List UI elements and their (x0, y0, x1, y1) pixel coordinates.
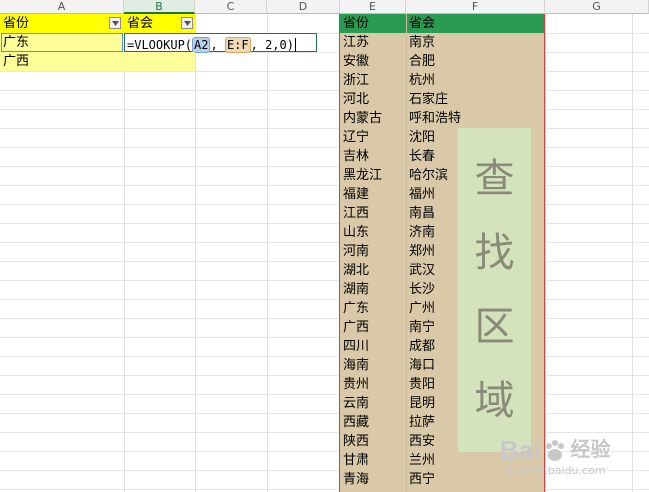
label-char: 查 (474, 156, 515, 202)
lookup-province-cell[interactable]: 四川 (340, 337, 406, 356)
lookup-province-cell[interactable]: 湖南 (340, 280, 406, 299)
lookup-province-cell[interactable]: 湖北 (340, 261, 406, 280)
gridline (0, 413, 649, 414)
gridline (0, 337, 649, 338)
lookup-province-cell[interactable]: 青海 (340, 470, 406, 489)
cell-b2-editing[interactable]: =VLOOKUP(A2, E:F, 2,0) (124, 33, 317, 53)
gridline (0, 90, 649, 91)
cell-a3[interactable]: 广西 (0, 52, 124, 71)
col-header-b[interactable]: B (124, 0, 195, 14)
lookup-province-cell[interactable]: 福建 (340, 185, 406, 204)
lookup-capital-cell[interactable]: 西宁 (406, 470, 486, 489)
watermark-url: jingyan.baidu.com (504, 464, 606, 477)
col-header-a[interactable]: A (0, 0, 124, 14)
formula-ref-ef: E:F (224, 37, 251, 53)
filter-button-b[interactable] (181, 17, 193, 29)
gridline (545, 14, 546, 492)
col-header-e[interactable]: E (340, 0, 406, 14)
lookup-capital-cell[interactable]: 兰州 (406, 451, 486, 470)
paw-icon (546, 440, 565, 461)
lookup-province-cell[interactable]: 吉林 (340, 147, 406, 166)
cell-a2[interactable]: 广东 (0, 33, 124, 52)
gridline (0, 261, 649, 262)
filter-arrow-icon (183, 20, 191, 26)
lookup-province-cell[interactable]: 广西 (340, 318, 406, 337)
gridline (0, 432, 649, 433)
gridline (267, 14, 268, 492)
lookup-province-cell[interactable]: 山东 (340, 223, 406, 242)
gridline (195, 14, 196, 492)
lookup-capital-cell[interactable]: 呼和浩特 (406, 109, 486, 128)
cell-f1[interactable]: 省会 (406, 14, 486, 33)
gridline (0, 280, 649, 281)
col-header-g[interactable]: G (545, 0, 649, 14)
filter-button-a[interactable] (109, 17, 121, 29)
lookup-province-cell[interactable]: 河北 (340, 90, 406, 109)
lookup-province-cell[interactable]: 云南 (340, 394, 406, 413)
gridline (0, 71, 649, 72)
lookup-province-cell[interactable]: 浙江 (340, 71, 406, 90)
gridline (0, 299, 649, 300)
gridline (0, 356, 649, 357)
label-char: 区 (474, 304, 515, 350)
lookup-capital-cell[interactable]: 南京 (406, 33, 486, 52)
lookup-province-cell[interactable]: 江苏 (340, 33, 406, 52)
lookup-province-cell[interactable]: 西藏 (340, 413, 406, 432)
lookup-area-label: 查 找 区 域 (458, 128, 531, 452)
lookup-province-cell[interactable]: 广东 (340, 299, 406, 318)
gridline (0, 489, 649, 490)
lookup-capital-cell[interactable]: 合肥 (406, 52, 486, 71)
lookup-province-cell[interactable]: 辽宁 (340, 128, 406, 147)
gridline (0, 204, 649, 205)
lookup-province-cell[interactable]: 江西 (340, 204, 406, 223)
lookup-province-cell[interactable]: 河南 (340, 242, 406, 261)
formula-separator: , (210, 38, 225, 52)
gridline (0, 147, 649, 148)
formula-tail: , 2,0) (250, 38, 294, 52)
lookup-province-cell[interactable]: 陕西 (340, 432, 406, 451)
gridline (0, 166, 649, 167)
gridline (0, 318, 649, 319)
filter-arrow-icon (111, 20, 119, 26)
gridline (0, 109, 649, 110)
watermark-brand: Bai (500, 435, 541, 465)
lookup-province-cell[interactable]: 贵州 (340, 375, 406, 394)
gridline (0, 375, 649, 376)
formula-text: =VLOOKUP(A2, E:F, 2,0) (127, 37, 294, 53)
col-header-d[interactable]: D (267, 0, 340, 14)
col-header-c[interactable]: C (195, 0, 267, 14)
text-cursor (294, 37, 296, 52)
baidu-watermark: Bai 经验 jingyan.baidu.com (500, 436, 645, 488)
lookup-province-cell[interactable]: 内蒙古 (340, 109, 406, 128)
gridline (0, 128, 649, 129)
gridline (0, 394, 649, 395)
cell-a1[interactable]: 省份 (0, 14, 110, 33)
formula-ref-a2: A2 (192, 37, 211, 53)
label-char: 域 (474, 378, 515, 424)
gridline (0, 242, 649, 243)
gridline (632, 14, 633, 492)
lookup-capital-cell[interactable]: 杭州 (406, 71, 486, 90)
lookup-province-cell[interactable]: 黑龙江 (340, 166, 406, 185)
lookup-province-cell[interactable]: 甘肃 (340, 451, 406, 470)
watermark-brand-suffix: 经验 (570, 439, 611, 461)
formula-prefix: =VLOOKUP( (127, 38, 193, 52)
label-char: 找 (474, 230, 515, 276)
col-header-f[interactable]: F (406, 0, 545, 14)
gridline (0, 185, 649, 186)
gridline (0, 223, 649, 224)
cell-b1[interactable]: 省会 (124, 14, 179, 33)
lookup-province-cell[interactable]: 安徽 (340, 52, 406, 71)
lookup-capital-cell[interactable]: 石家庄 (406, 90, 486, 109)
cell-e1[interactable]: 省份 (340, 14, 406, 33)
lookup-province-cell[interactable]: 海南 (340, 356, 406, 375)
gridline (124, 14, 125, 492)
